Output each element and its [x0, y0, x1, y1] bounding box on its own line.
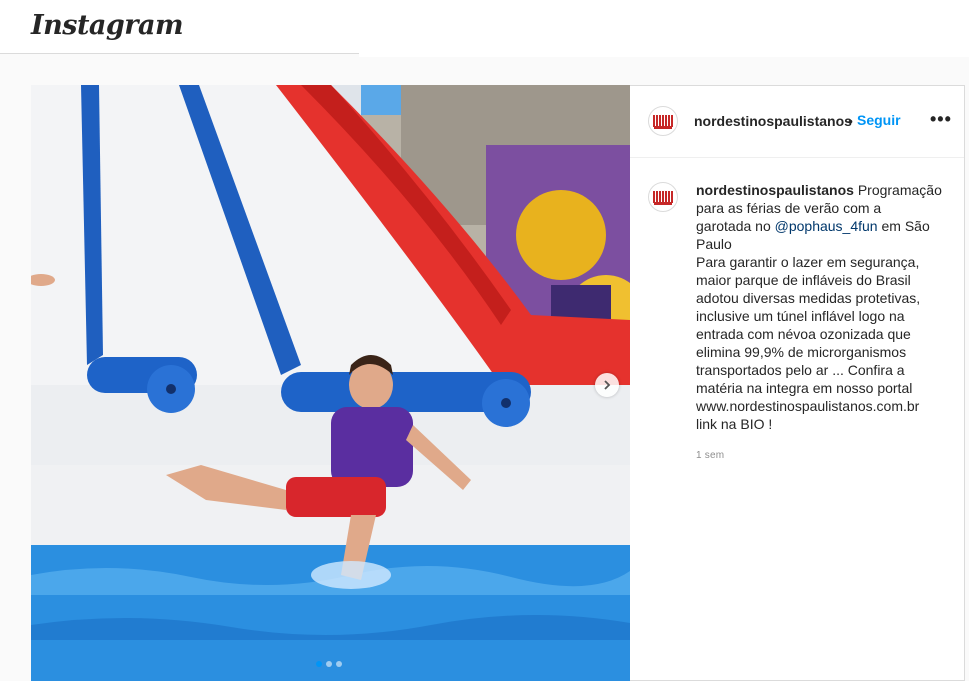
caption-line: inclusive um túnel inflável logo na — [696, 308, 905, 324]
mention-link[interactable]: @pophaus_4fun — [775, 218, 878, 234]
caption-text: garotada no — [696, 218, 775, 234]
avatar-logo-underline — [654, 202, 672, 205]
carousel-dot-1 — [316, 661, 322, 667]
caption-line: link na BIO ! — [696, 416, 773, 432]
caption-author-avatar[interactable] — [648, 182, 678, 212]
water-slide-photo — [31, 85, 630, 681]
post-timestamp[interactable]: 1 sem — [696, 450, 724, 461]
avatar-logo-underline — [654, 126, 672, 129]
author-avatar[interactable] — [648, 106, 678, 136]
post-header: nordestinospaulistanos • Seguir ••• — [630, 86, 964, 158]
chevron-right-icon — [604, 380, 611, 390]
carousel-dot-3 — [336, 661, 342, 667]
top-navigation-bar: Instagram — [0, 0, 359, 54]
more-options-icon[interactable]: ••• — [930, 109, 952, 130]
caption-line: www.nordestinospaulistanos.com.br — [696, 398, 920, 414]
separator-dot: • — [848, 113, 853, 129]
post-caption: nordestinospaulistanos Programação para … — [696, 181, 956, 433]
post-details-panel: nordestinospaulistanos • Seguir ••• nord… — [630, 85, 965, 681]
caption-line: elimina 99,9% de microrganismos — [696, 344, 907, 360]
caption-line: entrada com névoa ozonizada que — [696, 326, 911, 342]
carousel-next-button[interactable] — [595, 373, 619, 397]
caption-line: Para garantir o lazer em segurança, — [696, 254, 920, 270]
caption-line: transportados pelo ar ... Confira a — [696, 362, 905, 378]
caption-line: Paulo — [696, 236, 732, 252]
caption-text: Programação — [857, 182, 942, 198]
top-bar-background — [359, 0, 969, 57]
carousel-dot-2 — [326, 661, 332, 667]
caption-text: em São — [877, 218, 930, 234]
caption-line: matéria na integra em nosso portal — [696, 380, 913, 396]
caption-line: maior parque de infláveis do Brasil — [696, 272, 911, 288]
follow-button[interactable]: Seguir — [857, 112, 901, 128]
caption-line: garotada no @pophaus_4fun em São — [696, 217, 956, 235]
caption-line: para as férias de verão com a — [696, 200, 882, 216]
caption-line: nordestinospaulistanos Programação — [696, 181, 956, 199]
caption-line: adotou diversas medidas protetivas, — [696, 290, 921, 306]
carousel-indicator — [316, 661, 342, 667]
author-username-link[interactable]: nordestinospaulistanos — [694, 113, 852, 129]
instagram-logo[interactable]: Instagram — [31, 10, 184, 41]
post-photo[interactable] — [31, 85, 630, 681]
caption-username-link[interactable]: nordestinospaulistanos — [696, 182, 854, 198]
